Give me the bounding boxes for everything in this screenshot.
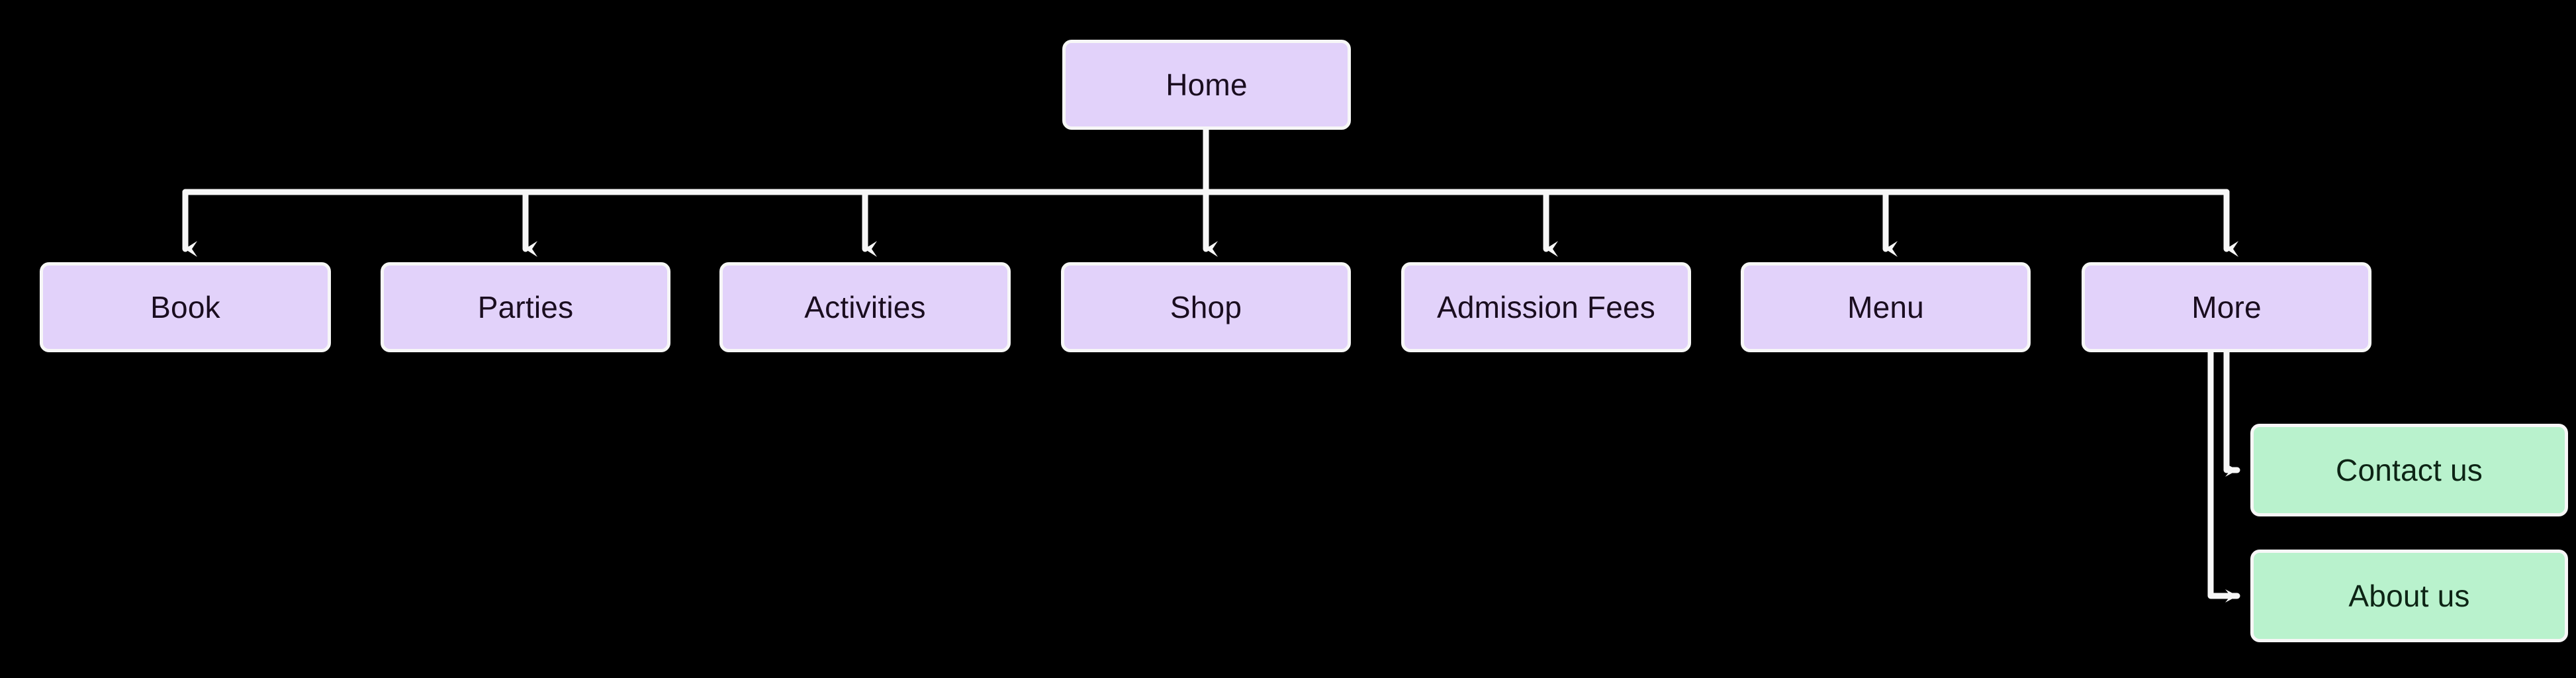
node-parties-label: Parties: [477, 289, 574, 324]
node-home-label: Home: [1166, 67, 1248, 102]
node-admission-fees[interactable]: Admission Fees: [1401, 262, 1691, 352]
node-menu-label: Menu: [1847, 289, 1924, 324]
node-about-us[interactable]: About us: [2250, 550, 2568, 642]
node-activities-label: Activities: [804, 289, 926, 324]
node-book-label: Book: [150, 289, 220, 324]
node-contact-us[interactable]: Contact us: [2250, 424, 2568, 516]
node-more-label: More: [2191, 289, 2262, 324]
edge-more-to-contact: [2223, 349, 2240, 477]
node-shop-label: Shop: [1170, 289, 1242, 324]
node-more[interactable]: More: [2082, 262, 2371, 352]
node-menu[interactable]: Menu: [1741, 262, 2031, 352]
node-parties[interactable]: Parties: [381, 262, 670, 352]
edge-more-to-about: [2207, 349, 2240, 603]
node-admission-fees-label: Admission Fees: [1436, 289, 1656, 324]
node-book[interactable]: Book: [40, 262, 331, 352]
node-home[interactable]: Home: [1062, 40, 1351, 130]
node-activities[interactable]: Activities: [719, 262, 1011, 352]
node-about-us-label: About us: [2348, 578, 2470, 613]
node-shop[interactable]: Shop: [1061, 262, 1351, 352]
node-contact-us-label: Contact us: [2336, 452, 2483, 487]
diagram-canvas: Home Book Parties Activities Shop Admiss…: [0, 0, 2576, 678]
